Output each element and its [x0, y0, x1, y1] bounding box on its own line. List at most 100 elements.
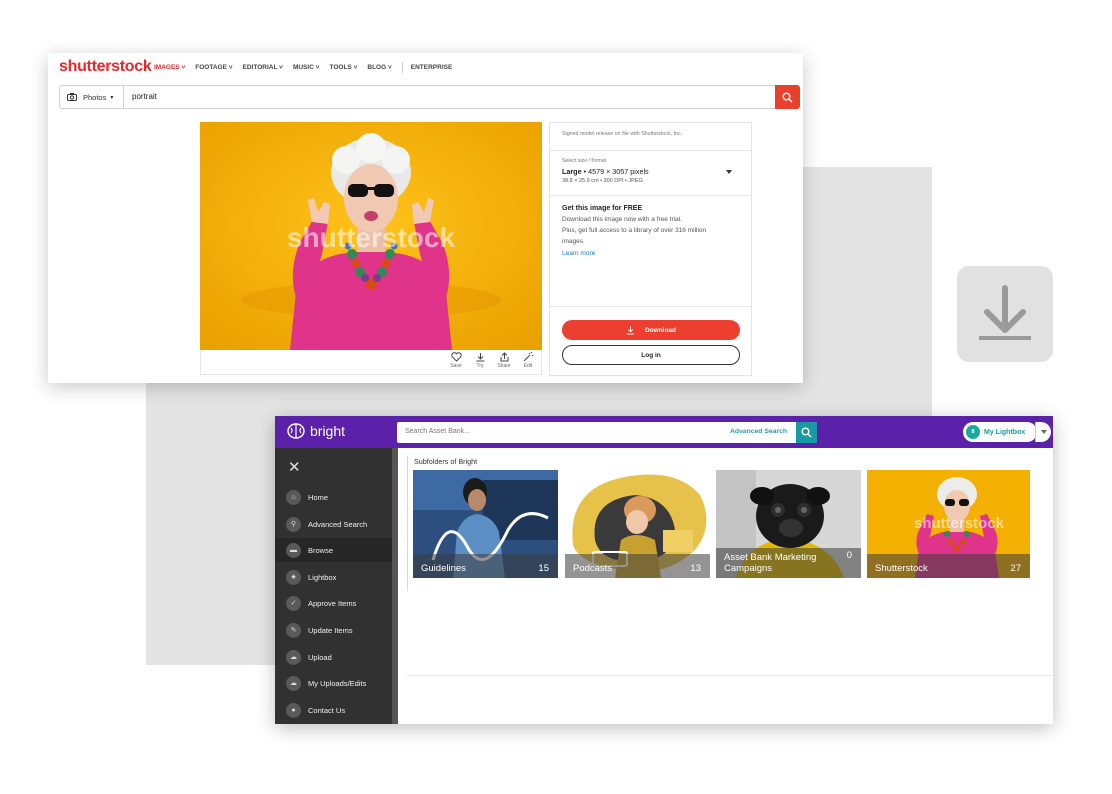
- asset-bank-header: bright Search Asset Bank... Advanced Sea…: [275, 416, 1053, 448]
- folder-name: Guidelines: [421, 563, 466, 574]
- sidebar-item-update-items[interactable]: ✎ Update Items: [275, 618, 392, 642]
- advanced-search-link[interactable]: Advanced Search: [730, 428, 787, 435]
- folder-name: Asset Bank Marketing Campaigns: [724, 552, 817, 574]
- nav-footage[interactable]: FOOTAGE ˅: [195, 64, 232, 73]
- woman-portrait-illustration: shutterstock: [200, 122, 542, 350]
- asset-search-button[interactable]: [796, 422, 817, 443]
- chevron-down-icon[interactable]: [726, 170, 732, 174]
- folder-count: 13: [690, 563, 701, 574]
- search-icon: [782, 92, 793, 103]
- folder-count: 27: [1010, 563, 1021, 574]
- cloud-upload-icon: ☁: [286, 649, 301, 665]
- asset-bank-window: bright Search Asset Bank... Advanced Sea…: [275, 416, 1053, 724]
- shutterstock-logo[interactable]: shutterstock: [59, 58, 152, 76]
- heart-icon: [450, 352, 462, 362]
- folder-caption: Shutterstock 27: [867, 554, 1030, 578]
- nav-blog[interactable]: BLOG ˅: [367, 64, 391, 73]
- sidebar-item-contact-us[interactable]: ● Contact Us: [275, 698, 392, 722]
- search-icon: [801, 427, 812, 438]
- divider: [550, 195, 751, 196]
- size-name: Large: [562, 167, 582, 176]
- free-offer-title: Get this image for FREE: [562, 205, 643, 212]
- sidebar-item-advanced-search[interactable]: ⚲ Advanced Search: [275, 512, 392, 536]
- subfolders-title: Subfolders of Bright: [414, 457, 478, 466]
- size-details: 38.8 × 25.9 cm • 300 DPI • JPEG: [562, 178, 643, 184]
- download-button[interactable]: Download: [562, 320, 740, 340]
- nav-tools[interactable]: TOOLS ˅: [330, 64, 358, 73]
- download-tile: [957, 266, 1053, 362]
- nav-enterprise[interactable]: ENTERPRISE: [411, 64, 453, 73]
- sidebar-item-approve-items[interactable]: ✓ Approve Items: [275, 591, 392, 615]
- nav-images[interactable]: IMAGES ˅: [154, 64, 185, 73]
- folder-icon: ▬: [286, 542, 301, 558]
- folder-name: Shutterstock: [875, 563, 928, 574]
- size-pixels: • 4579 × 3057 pixels: [583, 167, 649, 176]
- share-label: Share: [497, 363, 511, 369]
- learn-more-link[interactable]: Learn more: [562, 250, 595, 257]
- download-icon: [626, 326, 635, 334]
- nav-editorial[interactable]: EDITORIAL ˅: [243, 64, 283, 73]
- share-action[interactable]: Share: [495, 352, 513, 369]
- free-offer-line: Plus, get full access to a library of ov…: [562, 227, 707, 234]
- divider: [550, 306, 751, 307]
- watermark-text: shutterstock: [287, 222, 455, 253]
- edit-wand-icon: [523, 352, 533, 362]
- search-type-dropdown[interactable]: Photos ▾: [60, 86, 124, 108]
- size-format-label: Select size / format: [562, 158, 607, 164]
- preview-image[interactable]: shutterstock: [200, 122, 542, 350]
- sidebar-item-my-uploads[interactable]: ☁ My Uploads/Edits: [275, 671, 392, 695]
- search-input[interactable]: portrait: [132, 92, 157, 101]
- chevron-down-icon: ▾: [110, 94, 114, 101]
- my-lightbox-button[interactable]: 8 My Lightbox: [963, 422, 1037, 442]
- divider: [550, 150, 751, 151]
- camera-icon: [67, 93, 77, 101]
- login-button[interactable]: Log in: [562, 345, 740, 365]
- folder-tile-podcasts[interactable]: Podcasts 13: [565, 470, 710, 578]
- chat-icon: ●: [286, 702, 301, 718]
- folder-tile-guidelines[interactable]: Guidelines 15: [413, 470, 558, 578]
- search-icon: ⚲: [286, 516, 301, 532]
- shutterstock-menu: IMAGES ˅ FOOTAGE ˅ EDITORIAL ˅ MUSIC ˅ T…: [154, 62, 462, 73]
- share-icon: [500, 352, 508, 362]
- shutterstock-navbar: shutterstock IMAGES ˅ FOOTAGE ˅ EDITORIA…: [48, 53, 803, 83]
- download-label: Download: [644, 326, 677, 334]
- bright-logo-text: bright: [310, 423, 346, 439]
- watermark-text: shutterstock: [914, 515, 1005, 532]
- nav-divider: [401, 62, 403, 73]
- divider: [407, 456, 408, 591]
- sidebar-item-lightbox[interactable]: ★ Lightbox: [275, 565, 392, 589]
- download-icon: [476, 353, 484, 362]
- free-offer-line: images.: [562, 238, 585, 245]
- shutterstock-window: shutterstock IMAGES ˅ FOOTAGE ˅ EDITORIA…: [48, 53, 803, 383]
- folder-tile-shutterstock[interactable]: shutterstock Shutterstock 27: [867, 470, 1030, 578]
- edit-label: Edit: [523, 363, 533, 369]
- save-label: Save: [450, 363, 462, 369]
- model-release-note: Signed model release on file with Shutte…: [562, 131, 683, 137]
- sidebar-item-upload[interactable]: ☁ Upload: [275, 645, 392, 669]
- save-action[interactable]: Save: [447, 352, 465, 369]
- search-button[interactable]: [775, 85, 800, 109]
- folder-caption: Podcasts 13: [565, 554, 710, 578]
- browse-content: Subfolders of Bright Guidelines 15 Podca…: [398, 448, 1053, 724]
- size-selector[interactable]: Large • 4579 × 3057 pixels: [562, 167, 649, 176]
- bright-logo[interactable]: bright: [287, 422, 345, 440]
- cloud-icon: ☁: [286, 675, 301, 691]
- divider: [407, 675, 1052, 676]
- try-action[interactable]: Try: [471, 352, 489, 369]
- folder-tile-marketing-campaigns[interactable]: Asset Bank Marketing Campaigns 0: [716, 470, 861, 578]
- sidebar-item-browse[interactable]: ▬ Browse: [275, 538, 392, 562]
- folder-count: 15: [538, 563, 549, 574]
- nav-music[interactable]: MUSIC ˅: [293, 64, 320, 73]
- close-icon[interactable]: ✕: [288, 458, 301, 476]
- lightbox-label: My Lightbox: [984, 428, 1026, 436]
- lightbox-count-badge: 8: [966, 425, 980, 439]
- search-type-label: Photos: [83, 92, 107, 102]
- folder-count: 0: [846, 550, 852, 561]
- sidebar-item-home[interactable]: ⌂ Home: [275, 485, 392, 509]
- image-actions-bar: Save Try Share Edit: [200, 350, 542, 375]
- free-offer-line: Download this image now with a free tria…: [562, 216, 682, 223]
- edit-action[interactable]: Edit: [519, 352, 537, 369]
- asset-search-input[interactable]: Search Asset Bank...: [405, 428, 470, 435]
- lightbox-dropdown-button[interactable]: [1035, 422, 1051, 442]
- check-icon: ✓: [286, 595, 301, 611]
